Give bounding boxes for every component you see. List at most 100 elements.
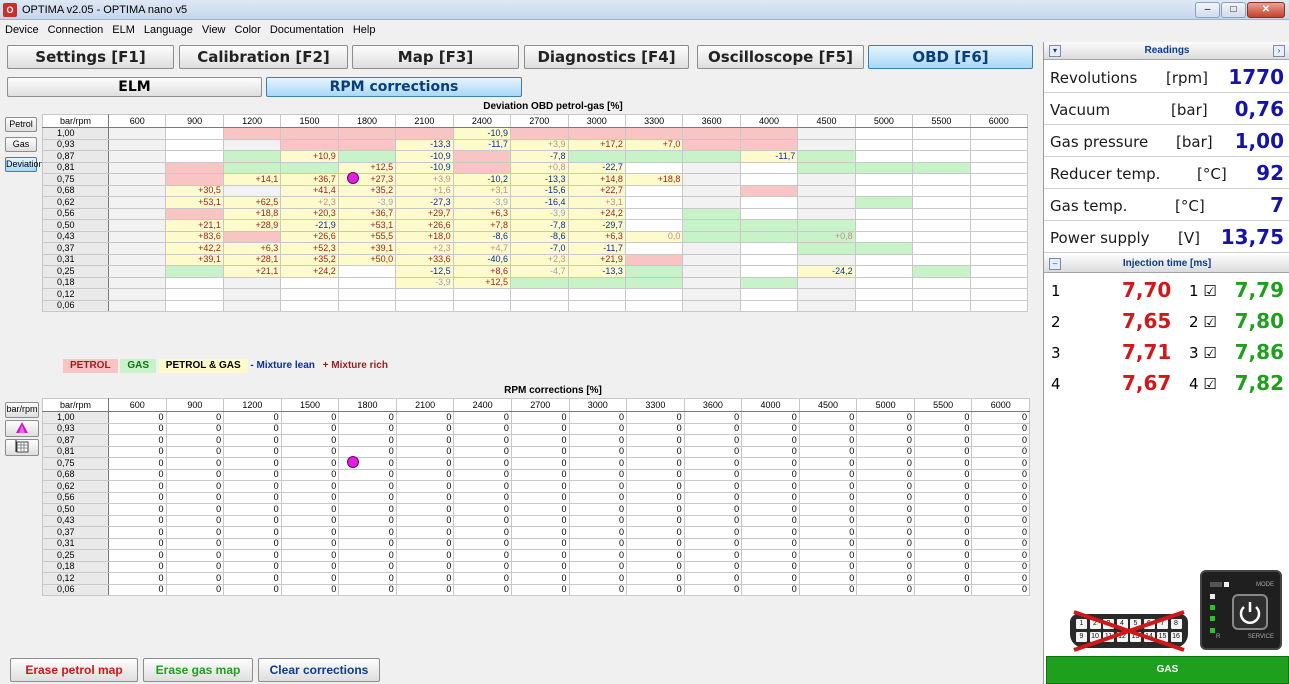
controller-switch[interactable]: R MODE SERVICE (1200, 570, 1282, 650)
deviation-cell[interactable]: +26,6 (395, 219, 454, 232)
correction-cell[interactable]: 0 (798, 526, 858, 539)
correction-cell[interactable]: 0 (568, 445, 628, 458)
deviation-cell[interactable] (452, 299, 512, 312)
chart-3d-button[interactable] (5, 420, 39, 437)
petrol-view-button[interactable]: Petrol (5, 117, 37, 132)
correction-cell[interactable]: 0 (510, 480, 570, 493)
correction-cell[interactable]: 0 (510, 560, 570, 573)
deviation-cell[interactable] (854, 253, 914, 266)
deviation-cell[interactable] (222, 161, 282, 174)
correction-cell[interactable]: 0 (453, 526, 512, 539)
correction-cell[interactable]: 0 (913, 445, 973, 458)
correction-cell[interactable]: 0 (453, 445, 512, 458)
correction-cell[interactable]: 0 (798, 445, 858, 458)
deviation-cell[interactable] (624, 276, 684, 289)
correction-cell[interactable]: 0 (395, 572, 455, 585)
correction-cell[interactable]: 0 (280, 514, 340, 527)
deviation-cell[interactable] (624, 299, 684, 312)
erase-gas-map-button[interactable]: Erase gas map (143, 658, 253, 682)
correction-cell[interactable]: 0 (741, 572, 800, 585)
correction-cell[interactable]: 0 (683, 434, 743, 447)
deviation-cell[interactable] (969, 150, 1029, 163)
deviation-cell[interactable] (854, 150, 914, 163)
correction-cell[interactable]: 0 (510, 445, 570, 458)
deviation-cell[interactable] (969, 242, 1029, 255)
deviation-cell[interactable]: +62,5 (222, 196, 282, 209)
deviation-cell[interactable]: +28,9 (222, 219, 282, 232)
deviation-cell[interactable]: +53,1 (165, 196, 224, 209)
correction-cell[interactable]: 0 (338, 560, 397, 573)
deviation-cell[interactable] (165, 138, 224, 151)
deviation-cell[interactable] (854, 288, 914, 301)
correction-cell[interactable]: 0 (510, 572, 570, 585)
deviation-cell[interactable] (854, 219, 914, 232)
deviation-cell[interactable]: +10,9 (280, 150, 339, 163)
expand-arrow-icon[interactable]: › (1273, 45, 1285, 57)
deviation-cell[interactable] (107, 184, 167, 197)
correction-cell[interactable]: 0 (626, 560, 685, 573)
correction-cell[interactable]: 0 (453, 560, 512, 573)
deviation-cell[interactable]: +18,8 (222, 207, 282, 220)
deviation-cell[interactable] (165, 161, 224, 174)
correction-cell[interactable]: 0 (626, 583, 685, 596)
correction-cell[interactable]: 0 (798, 560, 858, 573)
close-button[interactable]: ✕ (1247, 2, 1285, 18)
deviation-cell[interactable] (682, 150, 741, 163)
correction-cell[interactable]: 0 (338, 572, 397, 585)
correction-cell[interactable]: 0 (798, 468, 858, 481)
deviation-cell[interactable]: +6,3 (222, 242, 282, 255)
deviation-cell[interactable]: +21,9 (567, 253, 626, 266)
correction-cell[interactable]: 0 (683, 445, 743, 458)
deviation-cell[interactable] (222, 299, 282, 312)
correction-cell[interactable]: 0 (165, 445, 225, 458)
correction-cell[interactable]: 0 (568, 457, 628, 470)
deviation-cell[interactable]: +21,1 (222, 265, 282, 278)
deviation-cell[interactable] (797, 207, 856, 220)
correction-cell[interactable]: 0 (856, 549, 915, 562)
deviation-cell[interactable]: -15,6 (510, 184, 569, 197)
deviation-cell[interactable] (567, 299, 626, 312)
deviation-cell[interactable] (222, 138, 282, 151)
deviation-cell[interactable]: +0,8 (797, 230, 856, 243)
correction-cell[interactable]: 0 (165, 457, 225, 470)
correction-cell[interactable]: 0 (165, 480, 225, 493)
correction-cell[interactable]: 0 (338, 468, 397, 481)
correction-cell[interactable]: 0 (971, 445, 1030, 458)
correction-cell[interactable]: 0 (338, 445, 397, 458)
deviation-cell[interactable] (854, 265, 914, 278)
correction-cell[interactable]: 0 (395, 549, 455, 562)
deviation-cell[interactable]: +50,0 (337, 253, 397, 266)
cylinder-checkbox[interactable]: 4 ☑ (1189, 375, 1217, 393)
deviation-cell[interactable]: +36,7 (337, 207, 397, 220)
deviation-cell[interactable]: +22,7 (567, 184, 626, 197)
deviation-cell[interactable] (969, 196, 1029, 209)
correction-cell[interactable]: 0 (165, 549, 225, 562)
deviation-cell[interactable] (969, 184, 1029, 197)
correction-cell[interactable]: 0 (913, 468, 973, 481)
correction-cell[interactable]: 0 (741, 411, 800, 424)
correction-cell[interactable]: 0 (395, 514, 455, 527)
deviation-cell[interactable] (969, 161, 1029, 174)
correction-cell[interactable]: 0 (741, 480, 800, 493)
correction-cell[interactable]: 0 (453, 583, 512, 596)
power-button[interactable] (1232, 594, 1268, 630)
deviation-cell[interactable] (854, 230, 914, 243)
deviation-cell[interactable] (337, 276, 397, 289)
correction-cell[interactable]: 0 (683, 503, 743, 516)
correction-cell[interactable]: 0 (338, 411, 397, 424)
correction-cell[interactable]: 0 (338, 422, 397, 435)
correction-cell[interactable]: 0 (971, 583, 1030, 596)
deviation-cell[interactable]: +18,8 (624, 173, 684, 186)
correction-cell[interactable]: 0 (683, 422, 743, 435)
correction-cell[interactable]: 0 (626, 480, 685, 493)
correction-cell[interactable]: 0 (568, 514, 628, 527)
correction-cell[interactable]: 0 (568, 411, 628, 424)
correction-cell[interactable]: 0 (568, 491, 628, 504)
deviation-cell[interactable] (969, 288, 1029, 301)
deviation-cell[interactable] (682, 184, 741, 197)
correction-cell[interactable]: 0 (683, 583, 743, 596)
deviation-cell[interactable] (280, 161, 339, 174)
correction-cell[interactable]: 0 (338, 503, 397, 516)
deviation-cell[interactable] (624, 288, 684, 301)
erase-petrol-map-button[interactable]: Erase petrol map (10, 658, 138, 682)
